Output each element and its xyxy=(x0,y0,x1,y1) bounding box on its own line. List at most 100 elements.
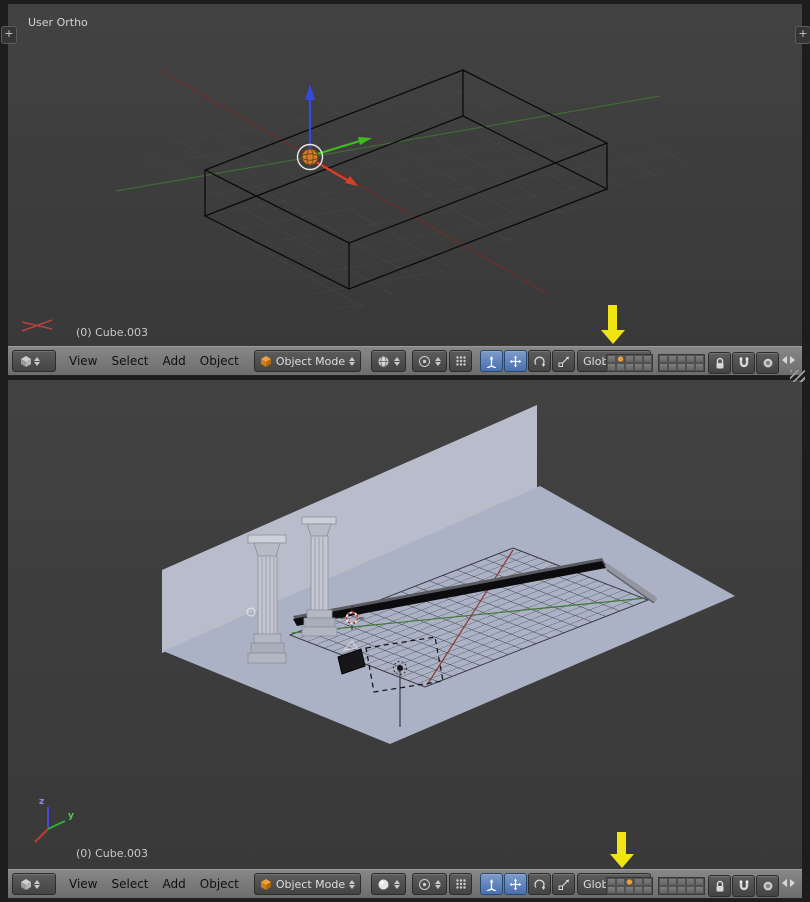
chevron-updown-icon xyxy=(349,356,356,366)
menu-add[interactable]: Add xyxy=(156,870,193,898)
menu-object[interactable]: Object xyxy=(193,870,246,898)
layer-cell[interactable] xyxy=(616,355,625,363)
layer-cell[interactable] xyxy=(607,355,616,363)
menu-object[interactable]: Object xyxy=(193,347,246,375)
layer-cell[interactable] xyxy=(695,363,704,371)
layer-cell[interactable] xyxy=(659,886,668,894)
manipulator-rotate[interactable] xyxy=(528,350,552,372)
layer-cell[interactable] xyxy=(607,363,616,371)
layer-cell[interactable] xyxy=(643,878,652,886)
snap-button[interactable] xyxy=(732,352,755,374)
layer-cell[interactable] xyxy=(686,886,695,894)
manipulator-translate[interactable] xyxy=(504,350,528,372)
chevron-updown-icon xyxy=(394,356,401,366)
layer-cell[interactable] xyxy=(668,355,677,363)
collapse-menus-icon[interactable] xyxy=(781,875,796,894)
lock-button[interactable] xyxy=(708,352,731,374)
layer-cell[interactable] xyxy=(607,878,616,886)
viewport-3d-bottom[interactable]: z y (0) Cube.003 xyxy=(8,380,802,869)
mode-label: Object Mode xyxy=(275,877,346,891)
layer-cell[interactable] xyxy=(643,886,652,894)
layer-cell[interactable] xyxy=(634,878,643,886)
layer-cell[interactable] xyxy=(686,878,695,886)
snap-button[interactable] xyxy=(732,875,755,897)
manipulator-toggle[interactable] xyxy=(480,350,504,372)
object-info-label: (0) Cube.003 xyxy=(76,847,148,860)
translate-icon xyxy=(509,355,522,367)
layer-cell[interactable] xyxy=(659,355,668,363)
layer-cell[interactable] xyxy=(677,886,686,894)
layer-cell[interactable] xyxy=(659,363,668,371)
layer-cell[interactable] xyxy=(668,878,677,886)
layer-cell[interactable] xyxy=(643,363,652,371)
shading-dropdown[interactable] xyxy=(371,350,407,372)
lock-button[interactable] xyxy=(708,875,731,897)
menu-select[interactable]: Select xyxy=(104,347,155,375)
pivot-icon xyxy=(419,355,431,367)
manipulate-centers-toggle[interactable] xyxy=(449,350,473,372)
layer-buttons[interactable] xyxy=(606,354,705,372)
layer-cell[interactable] xyxy=(616,886,625,894)
layer-cell[interactable] xyxy=(616,363,625,371)
layer-cell[interactable] xyxy=(625,886,634,894)
mode-dropdown[interactable]: Object Mode xyxy=(253,873,362,895)
menu-select[interactable]: Select xyxy=(104,870,155,898)
layer-cell[interactable] xyxy=(625,363,634,371)
layer-cell[interactable] xyxy=(677,363,686,371)
viewport-3d-top[interactable]: User Ortho (0) Cube.003 xyxy=(8,4,802,346)
layer-cell[interactable] xyxy=(677,878,686,886)
layer-cell[interactable] xyxy=(668,886,677,894)
layer-cell[interactable] xyxy=(695,886,704,894)
layer-cell[interactable] xyxy=(686,363,695,371)
render-opengl-button[interactable] xyxy=(756,352,779,374)
manipulator-toggle[interactable] xyxy=(480,873,504,895)
layer-cell[interactable] xyxy=(625,355,634,363)
layer-buttons[interactable] xyxy=(606,877,705,895)
rotate-icon xyxy=(534,879,546,890)
layer-cell[interactable] xyxy=(643,355,652,363)
layer-cell[interactable] xyxy=(668,363,677,371)
lock-icon xyxy=(716,357,723,369)
menu-view[interactable]: View xyxy=(62,347,104,375)
expand-region-button[interactable]: + xyxy=(1,26,17,44)
manipulator-rotate[interactable] xyxy=(528,873,552,895)
expand-region-button[interactable]: + xyxy=(795,26,810,44)
layer-cell[interactable] xyxy=(634,363,643,371)
layer-cell[interactable] xyxy=(677,355,686,363)
collapse-menus-icon[interactable] xyxy=(781,352,796,371)
manipulator-translate[interactable] xyxy=(504,873,528,895)
shading-dropdown[interactable] xyxy=(371,873,407,895)
editor-type-button[interactable] xyxy=(12,350,56,372)
scale-icon xyxy=(558,879,570,890)
axis-tripod-icon xyxy=(486,878,497,891)
render-opengl-button[interactable] xyxy=(756,875,779,897)
menu-add[interactable]: Add xyxy=(156,347,193,375)
layer-cell[interactable] xyxy=(634,355,643,363)
menu-view[interactable]: View xyxy=(62,870,104,898)
magnet-icon xyxy=(739,880,748,891)
mini-axis-x xyxy=(21,319,53,332)
layer-cell[interactable] xyxy=(659,878,668,886)
editor-type-button[interactable] xyxy=(12,873,56,895)
manipulator-scale[interactable] xyxy=(552,350,576,372)
editor-3dview-icon xyxy=(21,879,31,890)
magnet-icon xyxy=(739,357,748,368)
viewport-header-top: View Select Add Object Object Mode Globa… xyxy=(8,346,802,376)
pivot-dropdown[interactable] xyxy=(412,350,448,372)
layer-cell[interactable] xyxy=(616,878,625,886)
chevron-updown-icon xyxy=(349,879,356,889)
manipulate-centers-toggle[interactable] xyxy=(449,873,473,895)
pivot-dropdown[interactable] xyxy=(412,873,448,895)
manipulator-scale[interactable] xyxy=(552,873,576,895)
layer-cell[interactable] xyxy=(607,886,616,894)
view-name-label: User Ortho xyxy=(28,16,88,29)
layer-cell[interactable] xyxy=(695,355,704,363)
render-camera-icon xyxy=(762,880,773,892)
layer-cell[interactable] xyxy=(634,886,643,894)
mode-dropdown[interactable]: Object Mode xyxy=(253,350,362,372)
layer-cell[interactable] xyxy=(625,878,634,886)
area-resize-grip[interactable] xyxy=(790,370,805,382)
axis-y-label: y xyxy=(68,811,74,821)
layer-cell[interactable] xyxy=(695,878,704,886)
layer-cell[interactable] xyxy=(686,355,695,363)
